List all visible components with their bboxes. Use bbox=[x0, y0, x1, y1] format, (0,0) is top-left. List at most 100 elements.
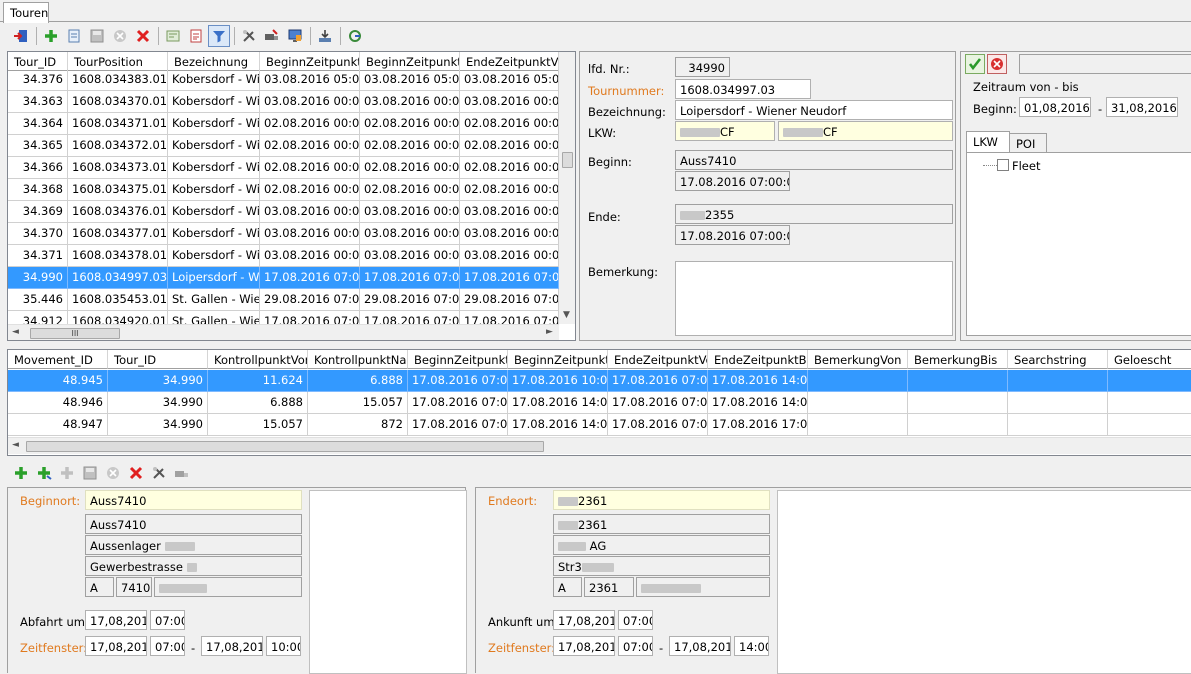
cancel-x-icon[interactable] bbox=[987, 54, 1007, 74]
end-window-to-time[interactable]: 14:00 bbox=[734, 636, 769, 656]
refresh-icon[interactable] bbox=[344, 25, 366, 47]
column-header[interactable]: KontrollpunktNach_ bbox=[308, 350, 408, 369]
table-cell: 34.368 bbox=[8, 179, 68, 201]
column-header[interactable]: EndeZeitpunktVon bbox=[608, 350, 708, 369]
beginn-label: Beginn: bbox=[588, 155, 632, 169]
table-cell: 15.057 bbox=[308, 392, 408, 414]
monitor-icon[interactable] bbox=[284, 25, 306, 47]
column-header[interactable]: BemerkungBis bbox=[908, 350, 1008, 369]
end-country: A bbox=[553, 577, 582, 597]
truck-settings-icon[interactable] bbox=[171, 462, 193, 484]
add-insert-icon[interactable] bbox=[33, 462, 55, 484]
ankunft-date[interactable]: 17,08,2016 bbox=[553, 610, 615, 630]
table-row[interactable]: 34.3761608.034383.01Kobersdorf - Wi...03… bbox=[8, 69, 559, 91]
ankunft-time[interactable]: 07:00 bbox=[618, 610, 653, 630]
abfahrt-time[interactable]: 07:00 bbox=[150, 610, 185, 630]
tools-icon[interactable] bbox=[148, 462, 170, 484]
lkw-field-a[interactable]: CF bbox=[675, 121, 775, 141]
column-header[interactable]: BeginnZeitpunktBis bbox=[508, 350, 608, 369]
table-row[interactable]: 34.9901608.034997.03Loipersdorf - Wi...1… bbox=[8, 267, 559, 289]
cancel-circle-icon[interactable] bbox=[102, 462, 124, 484]
fleet-checkbox[interactable] bbox=[997, 159, 1009, 171]
tab-poi[interactable]: POI bbox=[1009, 133, 1047, 153]
save-icon[interactable] bbox=[79, 462, 101, 484]
table-cell: 03.08.2016 05:00 bbox=[460, 69, 559, 91]
lkw-field-b[interactable]: CF bbox=[778, 121, 953, 141]
abfahrt-date[interactable]: 17,08,2016 bbox=[85, 610, 147, 630]
table-cell bbox=[1108, 392, 1191, 414]
report-icon[interactable] bbox=[162, 25, 184, 47]
table-row[interactable]: 34.3691608.034376.01Kobersdorf - Wi...03… bbox=[8, 201, 559, 223]
table-cell: 02.08.2016 00:00 bbox=[360, 113, 460, 135]
table-cell: Loipersdorf - Wi... bbox=[168, 267, 260, 289]
column-header[interactable]: KontrollpunktVon_I bbox=[208, 350, 308, 369]
filter-icon[interactable] bbox=[208, 25, 230, 47]
table-row[interactable]: 35.4461608.035453.01St. Gallen - Wie...2… bbox=[8, 289, 559, 311]
table-row[interactable]: 34.3651608.034372.01Kobersdorf - Wi...02… bbox=[8, 135, 559, 157]
end-window-to-date[interactable]: 17,08,2016 bbox=[669, 636, 731, 656]
table-row[interactable]: 34.3681608.034375.01Kobersdorf - Wi...02… bbox=[8, 179, 559, 201]
tools-icon[interactable] bbox=[238, 25, 260, 47]
movements-grid-hscroll[interactable]: ◄ bbox=[8, 437, 1191, 454]
column-header[interactable]: Searchstring bbox=[1008, 350, 1108, 369]
start-window-to-date[interactable]: 17,08,2016 bbox=[201, 636, 263, 656]
table-row[interactable]: 48.946 34.990 6.888 15.057 17.08.2016 07:00 1… bbox=[8, 392, 1191, 414]
delete-icon[interactable] bbox=[125, 462, 147, 484]
date-from-field[interactable]: 01,08,2016 bbox=[1019, 97, 1091, 117]
column-header[interactable]: EndeZeitpunktBis bbox=[708, 350, 808, 369]
table-row[interactable]: 48.947 34.990 15.057 872 17.08.2016 07:00 17.… bbox=[8, 414, 1191, 436]
column-header[interactable]: Geloescht bbox=[1108, 350, 1191, 369]
column-header[interactable]: BeginnZeitpunktVo bbox=[408, 350, 508, 369]
copy-icon[interactable] bbox=[63, 25, 85, 47]
start-notes[interactable] bbox=[309, 490, 467, 674]
bemerkung-field[interactable] bbox=[675, 261, 953, 336]
truck-settings-icon[interactable] bbox=[261, 25, 283, 47]
end-street: Str3 bbox=[553, 556, 770, 576]
apply-check-icon[interactable] bbox=[965, 54, 985, 74]
endeort-field[interactable]: 2361 bbox=[553, 490, 770, 510]
move-icon[interactable] bbox=[56, 462, 78, 484]
bezeichnung-field[interactable]: Loipersdorf - Wiener Neudorf bbox=[675, 100, 953, 120]
end-window-from-date[interactable]: 17,08,2016 bbox=[553, 636, 615, 656]
lkw-tree: Fleet bbox=[966, 152, 1191, 336]
end-window-from-time[interactable]: 07:00 bbox=[618, 636, 653, 656]
filter-status-box bbox=[1019, 54, 1191, 74]
column-header[interactable]: BemerkungVon bbox=[808, 350, 908, 369]
save-icon[interactable] bbox=[86, 25, 108, 47]
add-icon[interactable] bbox=[40, 25, 62, 47]
column-header[interactable]: Tour_ID bbox=[108, 350, 208, 369]
start-window-from-time[interactable]: 07:00 bbox=[150, 636, 185, 656]
tab-lkw[interactable]: LKW bbox=[966, 131, 1010, 153]
add-icon[interactable] bbox=[10, 462, 32, 484]
delete-icon[interactable] bbox=[132, 25, 154, 47]
import-icon[interactable] bbox=[314, 25, 336, 47]
table-cell: 34.370 bbox=[8, 223, 68, 245]
column-header[interactable]: Movement_ID bbox=[8, 350, 108, 369]
start-window-to-time[interactable]: 10:00 bbox=[266, 636, 301, 656]
tab-touren[interactable]: Touren bbox=[3, 2, 49, 23]
end-notes[interactable] bbox=[777, 490, 1191, 674]
table-cell bbox=[908, 392, 1008, 414]
cancel-circle-icon[interactable] bbox=[109, 25, 131, 47]
table-row[interactable]: 34.3711608.034378.01Kobersdorf - Wi...03… bbox=[8, 245, 559, 267]
table-cell: 02.08.2016 00:00 bbox=[360, 179, 460, 201]
table-row[interactable]: 34.3661608.034373.01Kobersdorf - Wi...02… bbox=[8, 157, 559, 179]
table-cell: 17.08.2016 10:00 bbox=[508, 370, 608, 392]
table-row[interactable]: 48.945 34.990 11.624 6.888 17.08.2016 07:00 1… bbox=[8, 370, 1191, 392]
document-icon[interactable] bbox=[185, 25, 207, 47]
table-cell: Kobersdorf - Wi... bbox=[168, 113, 260, 135]
date-to-field[interactable]: 31,08,2016 bbox=[1106, 97, 1178, 117]
exit-icon[interactable] bbox=[10, 25, 32, 47]
tours-grid-vscroll[interactable]: ▼ bbox=[559, 52, 575, 324]
table-row[interactable]: 34.3631608.034370.01Kobersdorf - Wi...03… bbox=[8, 91, 559, 113]
table-row[interactable]: 34.3701608.034377.01Kobersdorf - Wi...03… bbox=[8, 223, 559, 245]
start-window-from-date[interactable]: 17,08,2016 bbox=[85, 636, 147, 656]
tours-grid-hscroll[interactable]: ◄ III ► bbox=[8, 324, 559, 340]
beginnort-field[interactable]: Auss7410 bbox=[85, 490, 302, 510]
table-cell: 29.08.2016 07:00 bbox=[260, 289, 360, 311]
table-row[interactable]: 34.3641608.034371.01Kobersdorf - Wi...02… bbox=[8, 113, 559, 135]
ankunft-label: Ankunft um: bbox=[488, 615, 559, 629]
tournummer-field[interactable]: 1608.034997.03 bbox=[675, 79, 811, 99]
table-cell: Kobersdorf - Wi... bbox=[168, 245, 260, 267]
end-zeitfenster-label: Zeitfenster: bbox=[488, 641, 556, 655]
